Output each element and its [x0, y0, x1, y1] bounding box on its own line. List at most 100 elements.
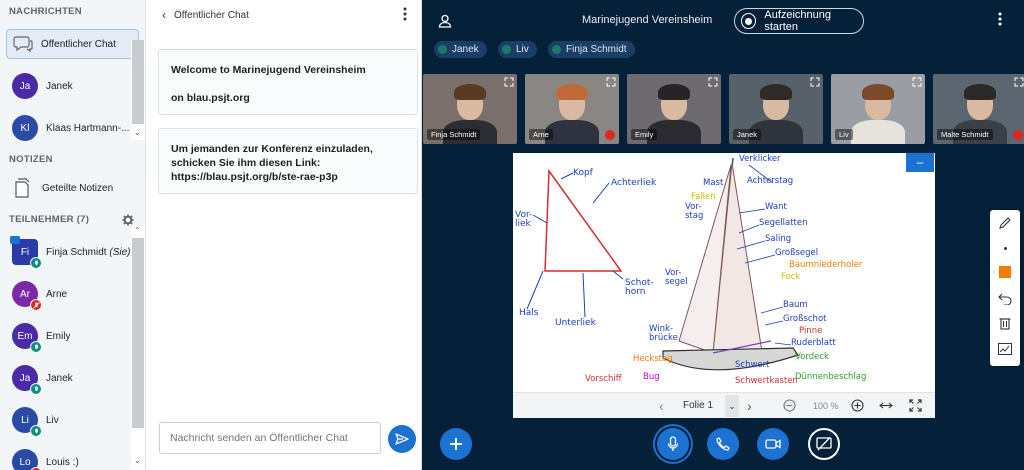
label-pinne: Pinne	[799, 326, 822, 336]
fullscreen-icon[interactable]	[606, 77, 616, 90]
start-recording-button[interactable]: Aufzeichnung starten	[734, 8, 864, 34]
notes-section-title: NOTIZEN	[9, 154, 53, 165]
label-schwert: Schwert	[735, 360, 770, 370]
chat-panel: ‹ Öffentlicher Chat Welcome to Marinejug…	[146, 0, 422, 470]
phone-icon	[716, 437, 730, 451]
fullscreen-icon[interactable]	[708, 77, 718, 90]
label-achterliek: Achterliek	[611, 178, 657, 188]
microphone-icon	[30, 341, 42, 353]
fullscreen-icon[interactable]	[810, 77, 820, 90]
participant-item[interactable]: Lo Louis :)	[0, 441, 145, 470]
webcam-user-name[interactable]: Arne	[529, 129, 553, 140]
participant-item[interactable]: Ja Janek	[0, 357, 145, 399]
zoom-level: 100 %	[813, 400, 839, 411]
send-button[interactable]	[388, 425, 416, 453]
avatar: Ar	[12, 281, 42, 311]
talking-indicator[interactable]: Janek	[434, 41, 487, 58]
previous-slide-icon[interactable]: ‹	[659, 398, 664, 414]
participant-list-scrollbar[interactable]: ⌃ ⌄	[131, 226, 145, 470]
color-picker-icon[interactable]	[995, 262, 1015, 282]
webcam-user-name[interactable]: Malte Schmidt	[937, 129, 993, 140]
shared-notes-item[interactable]: Geteilte Notizen	[0, 169, 145, 207]
invite-message: Um jemanden zur Konferenz einzuladen, sc…	[158, 128, 418, 194]
webcam-user-name[interactable]: Liv	[835, 129, 853, 140]
talking-indicator[interactable]: Liv	[498, 41, 537, 58]
chat-user-item[interactable]: Ja Janek	[0, 65, 145, 107]
chevron-left-icon[interactable]: ‹	[162, 8, 166, 22]
label-unterliek: Unterliek	[555, 318, 597, 328]
screenshare-button[interactable]	[808, 428, 840, 460]
next-slide-icon[interactable]: ›	[747, 398, 752, 414]
undo-icon[interactable]	[995, 288, 1015, 308]
annotation-toolbar	[990, 210, 1020, 366]
speaker-dot-icon	[552, 45, 561, 54]
whiteboard-slide[interactable]: Kopf Achterliek Vor-liek Schot-horn Hals…	[513, 153, 935, 418]
fullscreen-icon[interactable]	[909, 399, 922, 415]
person-hair	[862, 84, 894, 100]
chevron-down-icon[interactable]: ⌄	[134, 128, 141, 137]
fullscreen-icon[interactable]	[504, 77, 514, 90]
more-options-icon[interactable]	[998, 12, 1002, 29]
mute-button[interactable]	[657, 428, 689, 460]
talking-indicator[interactable]: Finja Schmidt	[548, 41, 635, 58]
zoom-in-icon[interactable]	[851, 399, 864, 415]
avatar: Ja	[12, 365, 42, 395]
person-hair	[556, 84, 588, 100]
participant-item[interactable]: Fi Finja Schmidt (Sie)	[0, 231, 145, 273]
minimize-presentation-button[interactable]: –	[906, 153, 934, 172]
participant-name: Finja Schmidt (Sie)	[46, 246, 131, 258]
stroke-size-icon[interactable]	[995, 238, 1015, 258]
leave-audio-button[interactable]	[707, 428, 739, 460]
webcam-user-name[interactable]: Finja Schmidt	[427, 129, 481, 140]
fullscreen-icon[interactable]	[912, 77, 922, 90]
participant-name: Louis :)	[46, 456, 79, 468]
participant-item[interactable]: Ar Arne	[0, 273, 145, 315]
user-list-toggle-icon[interactable]	[438, 14, 452, 31]
share-webcam-button[interactable]	[757, 428, 789, 460]
person-hair	[964, 84, 996, 100]
fullscreen-icon[interactable]	[1014, 77, 1024, 90]
fit-width-icon[interactable]	[879, 399, 893, 415]
webcam-user-name[interactable]: Emily	[631, 129, 658, 140]
participant-item[interactable]: Li Liv	[0, 399, 145, 441]
chat-list-scrollbar[interactable]: ⌄	[131, 40, 145, 140]
person-hair	[454, 84, 486, 100]
zoom-out-icon[interactable]	[783, 399, 796, 415]
pencil-icon[interactable]	[995, 213, 1015, 233]
invite-link[interactable]: https://blau.psjt.org/b/ste-rae-p3p	[171, 170, 405, 184]
participant-item[interactable]: Em Emily	[0, 315, 145, 357]
public-chat-label: Öffentlicher Chat	[41, 38, 116, 50]
speaker-dot-icon	[438, 45, 447, 54]
chevron-down-icon[interactable]: ⌄	[725, 395, 739, 417]
annotation-layer[interactable]: Kopf Achterliek Vor-liek Schot-horn Hals…	[513, 153, 935, 393]
webcam-tile[interactable]: Finja Schmidt	[423, 74, 517, 144]
label-kopf: Kopf	[573, 168, 594, 178]
public-chat-item[interactable]: Öffentlicher Chat	[6, 29, 139, 59]
multi-user-whiteboard-icon[interactable]	[995, 339, 1015, 359]
scrollbar-thumb[interactable]	[132, 40, 144, 124]
participants-section-title: TEILNEHMER (7)	[0, 211, 145, 229]
welcome-message: Welcome to Marinejugend Vereinsheim on b…	[158, 49, 418, 115]
webcam-tile[interactable]: Malte Schmidt	[933, 74, 1024, 144]
participant-name: Emily	[46, 330, 71, 342]
label-want: Want	[765, 202, 787, 212]
label-segellatten: Segellatten	[759, 218, 807, 228]
chat-message-input[interactable]	[159, 422, 381, 454]
notes-icon	[14, 178, 30, 198]
chevron-up-icon[interactable]: ⌃	[134, 226, 141, 235]
scrollbar-thumb[interactable]	[132, 238, 144, 428]
trash-icon[interactable]	[995, 313, 1015, 333]
chat-user-item[interactable]: Kl Klaas Hartmann-...	[0, 107, 145, 149]
more-options-icon[interactable]	[403, 7, 407, 24]
slide-selector[interactable]: Folie 1	[683, 400, 713, 411]
webcam-tile[interactable]: Arne	[525, 74, 619, 144]
webcam-tile[interactable]: Janek	[729, 74, 823, 144]
chevron-down-icon[interactable]: ⌄	[134, 456, 141, 465]
label-grosssegel: Großsegel	[775, 248, 818, 258]
label-vorschiff: Vorschiff	[585, 374, 623, 384]
avatar: Ja	[12, 73, 38, 99]
webcam-user-name[interactable]: Janek	[733, 129, 762, 140]
actions-button[interactable]	[440, 428, 472, 460]
webcam-tile[interactable]: Liv	[831, 74, 925, 144]
webcam-tile[interactable]: Emily	[627, 74, 721, 144]
